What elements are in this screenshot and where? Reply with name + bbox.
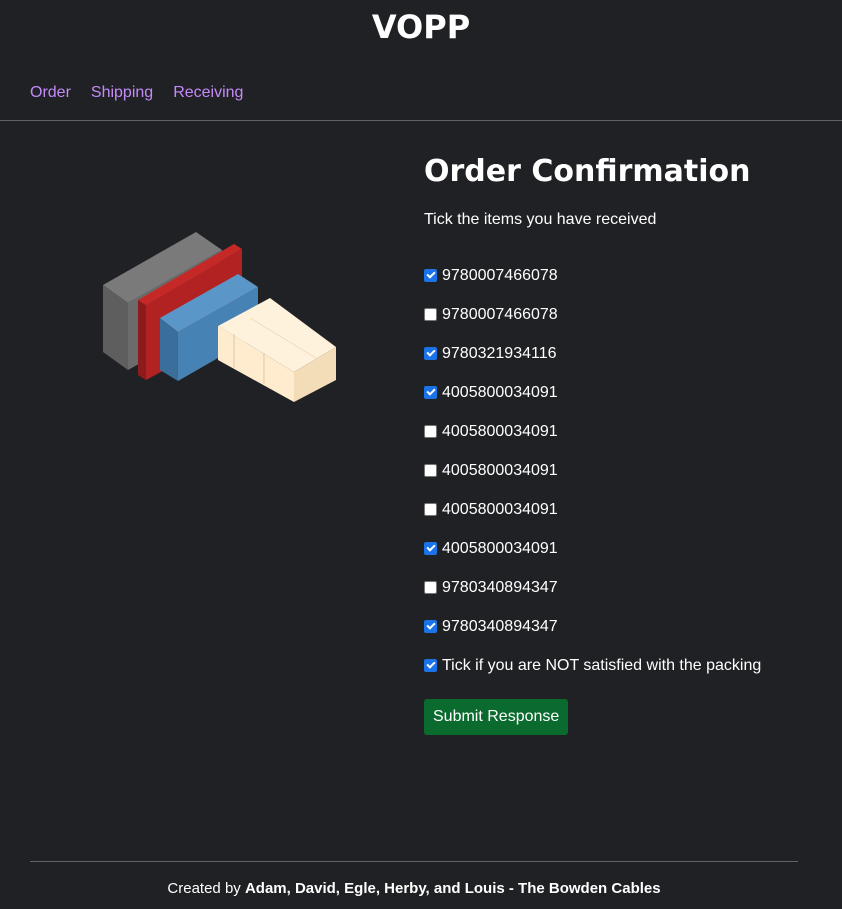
item-label: 9780007466078 — [442, 305, 558, 323]
packing-checkbox[interactable] — [424, 659, 437, 672]
item-checkbox[interactable] — [424, 542, 437, 555]
item-checkbox[interactable] — [424, 581, 437, 594]
item-checkbox[interactable] — [424, 464, 437, 477]
checklist-item[interactable]: 9780321934116 — [424, 334, 824, 373]
item-checkbox[interactable] — [424, 386, 437, 399]
checklist-item[interactable]: 4005800034091 — [424, 529, 824, 568]
nav-link-order[interactable]: Order — [30, 84, 71, 102]
checklist-item[interactable]: 4005800034091 — [424, 373, 824, 412]
item-checkbox[interactable] — [424, 269, 437, 282]
order-confirmation-panel: Order Confirmation Tick the items you ha… — [424, 152, 824, 735]
footer: Created by Adam, David, Egle, Herby, and… — [0, 880, 828, 897]
item-checkbox[interactable] — [424, 347, 437, 360]
item-label: 4005800034091 — [442, 383, 558, 401]
item-label: 9780340894347 — [442, 578, 558, 596]
main-nav: Order Shipping Receiving — [30, 84, 243, 102]
page-title: Order Confirmation — [424, 154, 751, 189]
footer-divider — [30, 861, 798, 862]
packing-label: Tick if you are NOT satisfied with the p… — [442, 656, 762, 674]
item-label: 9780321934116 — [442, 344, 557, 362]
item-label: 4005800034091 — [442, 500, 558, 518]
item-label: 4005800034091 — [442, 422, 558, 440]
item-label: 9780340894347 — [442, 617, 558, 635]
item-label: 4005800034091 — [442, 539, 558, 557]
packing-dissatisfied-option[interactable]: Tick if you are NOT satisfied with the p… — [424, 646, 824, 685]
item-label: 9780007466078 — [442, 266, 558, 284]
checklist-item[interactable]: 9780340894347 — [424, 568, 824, 607]
checklist-item[interactable]: 4005800034091 — [424, 490, 824, 529]
item-checkbox[interactable] — [424, 503, 437, 516]
app-title: VOPP — [371, 8, 471, 46]
footer-prefix: Created by — [167, 880, 245, 897]
checklist-item[interactable]: 9780007466078 — [424, 295, 824, 334]
instruction-text: Tick the items you have received — [424, 211, 657, 228]
item-label: 4005800034091 — [442, 461, 558, 479]
checklist-item[interactable]: 9780340894347 — [424, 607, 824, 646]
item-checklist: 9780007466078 9780007466078 978032193411… — [424, 256, 824, 685]
item-checkbox[interactable] — [424, 425, 437, 438]
submit-response-button[interactable]: Submit Response — [424, 699, 569, 735]
checklist-item[interactable]: 9780007466078 — [424, 256, 824, 295]
nav-link-shipping[interactable]: Shipping — [91, 84, 153, 102]
footer-authors: Adam, David, Egle, Herby, and Louis - Th… — [244, 880, 661, 897]
item-checkbox[interactable] — [424, 308, 437, 321]
item-checkbox[interactable] — [424, 620, 437, 633]
checklist-item[interactable]: 4005800034091 — [424, 451, 824, 490]
packed-boxes-illustration — [103, 232, 336, 402]
header: VOPP Order Shipping Receiving — [0, 0, 842, 121]
checklist-item[interactable]: 4005800034091 — [424, 412, 824, 451]
nav-link-receiving[interactable]: Receiving — [173, 84, 243, 102]
